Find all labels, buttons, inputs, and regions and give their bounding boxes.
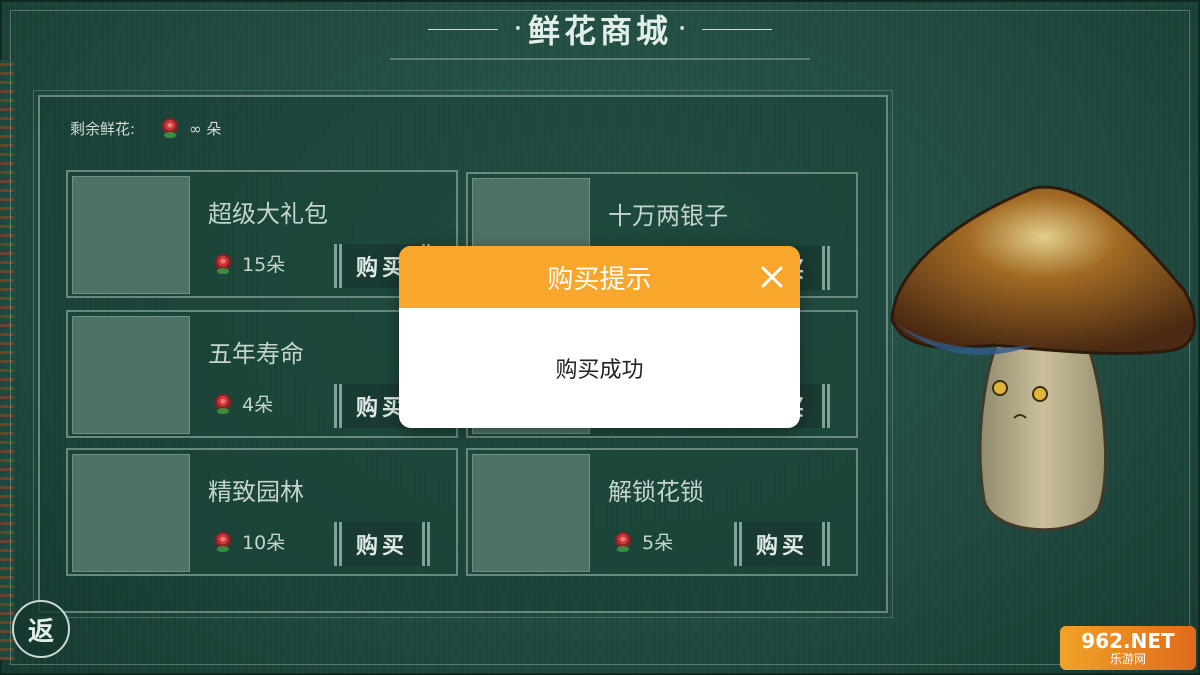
- dialog-title: 购买提示: [547, 264, 652, 295]
- purchase-dialog: 购买提示 购买成功: [399, 246, 800, 428]
- title-decoration-line-left: [427, 28, 498, 30]
- remaining-flowers: 剩余鲜花: ∞ 朵: [70, 116, 221, 140]
- item-price-value: 15朵: [242, 254, 286, 276]
- close-button[interactable]: [750, 255, 794, 299]
- item-price-value: 4朵: [242, 394, 274, 416]
- mushroom-character: [890, 185, 1197, 532]
- buy-button[interactable]: 购买: [334, 522, 430, 566]
- item-price: 15朵: [212, 250, 285, 277]
- item-thumbnail: [72, 176, 190, 294]
- item-price-value: 10朵: [242, 532, 286, 554]
- dialog-header: 购买提示: [399, 246, 800, 308]
- rose-icon: [212, 393, 234, 415]
- back-button[interactable]: 返: [12, 600, 70, 658]
- item-thumbnail: [472, 454, 590, 572]
- title-decoration-dot-left: •: [513, 21, 522, 37]
- rose-icon: [612, 531, 634, 553]
- remaining-label: 剩余鲜花:: [70, 119, 136, 138]
- item-price: 10朵: [212, 528, 285, 555]
- dialog-body: 购买成功: [399, 308, 800, 428]
- title-decoration-dot-right: •: [678, 21, 687, 37]
- watermark-sub: 乐游网: [1109, 652, 1146, 666]
- item-name: 十万两银子: [608, 202, 728, 230]
- page-title: 鲜花商城: [527, 12, 672, 50]
- item-price: 5朵: [612, 528, 673, 555]
- rose-icon: [159, 117, 181, 139]
- item-thumbnail: [72, 454, 190, 572]
- title-bar: • 鲜花商城 •: [390, 0, 810, 60]
- shop-item: 精致园林 10朵 购买: [66, 448, 458, 576]
- item-price-value: 5朵: [642, 532, 674, 554]
- dialog-message: 购买成功: [555, 358, 644, 383]
- rose-icon: [212, 531, 234, 553]
- item-name: 超级大礼包: [208, 200, 328, 228]
- item-name: 五年寿命: [208, 340, 304, 368]
- item-thumbnail: [72, 316, 190, 434]
- rose-icon: [212, 253, 234, 275]
- watermark-logo: 962.NET 乐游网: [1060, 626, 1196, 670]
- remaining-value: ∞ 朵: [189, 119, 222, 138]
- title-decoration-line-right: [702, 28, 773, 30]
- shop-item: 解锁花锁 5朵 购买: [466, 448, 858, 576]
- watermark-main: 962.NET: [1081, 629, 1175, 653]
- close-icon: [761, 266, 783, 288]
- item-name: 解锁花锁: [608, 478, 704, 506]
- buy-button[interactable]: 购买: [734, 522, 830, 566]
- item-price: 4朵: [212, 390, 273, 417]
- item-name: 精致园林: [208, 478, 304, 506]
